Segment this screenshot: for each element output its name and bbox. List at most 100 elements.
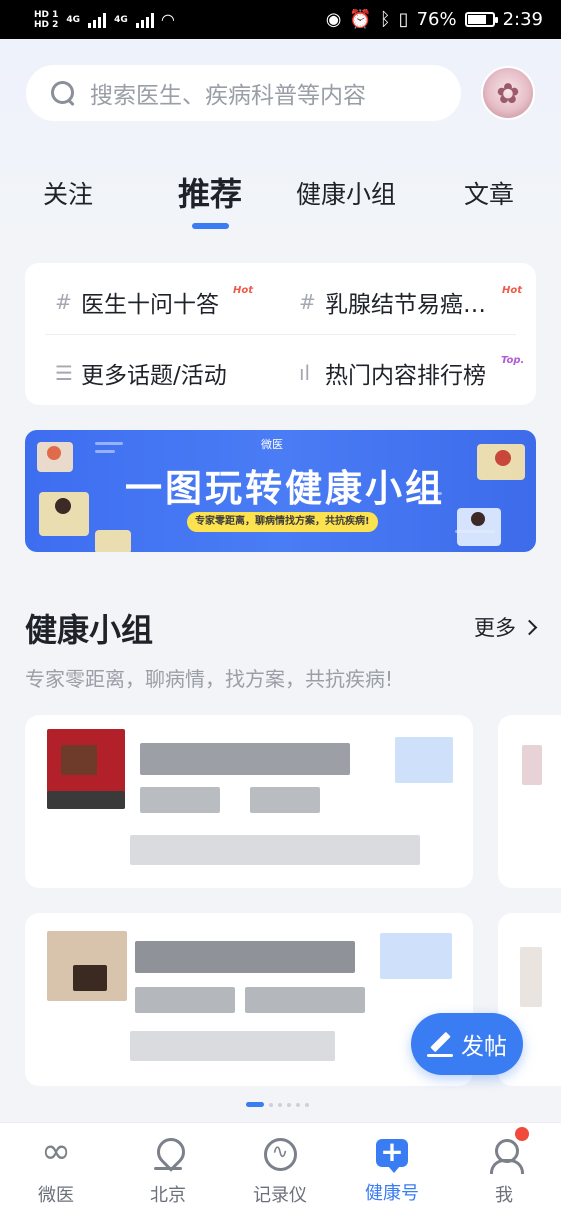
group-meta-blurred — [245, 987, 365, 1013]
eye-comfort-icon: ◉ — [325, 9, 342, 30]
tab-follow[interactable]: 关注 — [43, 175, 93, 211]
group-badge-blurred — [380, 933, 452, 979]
tab-health-group[interactable]: 健康小组 — [296, 175, 396, 211]
nav-beijing[interactable]: 北京 — [112, 1123, 224, 1216]
topic-hot-ranking[interactable]: ıl 热门内容排行榜 — [299, 356, 486, 390]
hash-icon: # — [55, 290, 72, 314]
section-title: 健康小组 — [25, 611, 154, 649]
group-card[interactable] — [25, 913, 473, 1086]
peek-avatar-blurred — [520, 947, 542, 1007]
topic-doctor-qa[interactable]: # 医生十问十答 — [55, 285, 219, 319]
hd1-label: HD 1 — [34, 9, 59, 20]
nav-recorder[interactable]: 记录仪 — [224, 1123, 336, 1216]
banner-logo: 微医 — [261, 438, 283, 451]
doctor-face — [55, 498, 71, 514]
bar-chart-icon: ıl — [299, 361, 311, 385]
topic-breast-nodule[interactable]: # 乳腺结节易癌… — [299, 285, 486, 319]
pen-icon — [427, 1031, 453, 1057]
profile-icon — [487, 1137, 524, 1174]
search-placeholder: 搜索医生、疾病科普等内容 — [90, 83, 366, 109]
nav-weiyi[interactable]: 微医 — [0, 1123, 112, 1216]
wifi-icon: ◠ — [161, 10, 175, 29]
nav-label: 健康号 — [365, 1183, 419, 1204]
pager-dot — [278, 1102, 282, 1107]
group-desc-blurred — [130, 1031, 335, 1061]
carousel-pager — [246, 1102, 309, 1107]
pager-dot — [296, 1102, 300, 1107]
alarm-icon: ⏰ — [349, 9, 372, 30]
network-type-1: 4G — [66, 14, 81, 25]
nav-label: 微医 — [38, 1185, 74, 1206]
doctor-face — [47, 446, 61, 460]
battery-icon — [464, 12, 498, 27]
nav-label: 我 — [495, 1185, 513, 1206]
avatar[interactable] — [481, 66, 535, 120]
plus-message-icon — [376, 1135, 408, 1173]
status-bar-right: ◉ ⏰ ᛒ ▯ 76% 2:39 — [326, 9, 543, 30]
banner-decoration — [95, 442, 123, 445]
group-avatar-detail — [61, 745, 97, 775]
banner-subtitle: 专家零距离，聊病情找方案，共抗疾病! — [187, 512, 378, 532]
hash-icon: # — [299, 290, 316, 314]
group-card[interactable] — [25, 715, 473, 888]
pager-dot — [287, 1102, 291, 1107]
chevron-right-icon — [521, 619, 538, 635]
topics-card: # 医生十问十答 Hot # 乳腺结节易癌… Hot ☰ 更多话题/活动 ıl … — [25, 263, 536, 405]
promo-banner[interactable]: 微医 一图玩转健康小组 专家零距离，聊病情找方案，共抗疾病! — [25, 430, 536, 552]
list-icon: ☰ — [55, 361, 73, 385]
status-bar: HD 1 HD 2 4G 4G ◠ ◉ ⏰ ᛒ ▯ 76% 2:39 — [0, 0, 561, 39]
topic-label: 乳腺结节易癌… — [325, 292, 486, 318]
section-subtitle: 专家零距离，聊病情，找方案，共抗疾病! — [25, 667, 394, 691]
notification-badge — [515, 1127, 529, 1141]
signal-icon — [135, 12, 154, 28]
banner-title: 一图玩转健康小组 — [125, 467, 445, 510]
hot-tag: Hot — [502, 285, 523, 296]
clock: 2:39 — [502, 9, 543, 30]
post-button-label: 发帖 — [461, 1034, 507, 1060]
nav-health-account[interactable]: 健康号 — [336, 1123, 448, 1216]
top-tag: Top. — [501, 355, 525, 366]
group-meta-blurred — [250, 787, 320, 813]
doctor-face — [471, 512, 485, 526]
hd2-label: HD 2 — [34, 19, 59, 30]
more-label: 更多 — [474, 616, 516, 640]
topic-more-activities[interactable]: ☰ 更多话题/活动 — [55, 356, 227, 390]
search-input[interactable]: 搜索医生、疾病科普等内容 — [26, 65, 461, 121]
doctor-illustration — [95, 530, 131, 552]
bottom-nav: 微医 北京 记录仪 健康号 我 — [0, 1122, 561, 1216]
group-meta-blurred — [140, 787, 220, 813]
weiyi-logo-icon — [39, 1131, 73, 1172]
topic-label: 更多话题/活动 — [81, 363, 227, 389]
battery-fill — [467, 15, 486, 24]
group-card-peek[interactable] — [498, 715, 561, 888]
tab-bar: 关注 推荐 健康小组 文章 — [0, 165, 561, 235]
topic-label: 医生十问十答 — [81, 292, 219, 318]
bluetooth-icon: ᛒ — [379, 9, 391, 30]
pager-dot-active — [246, 1102, 264, 1107]
signal-icon — [88, 12, 107, 28]
peek-avatar-blurred — [522, 745, 542, 785]
pager-dot — [269, 1102, 273, 1107]
nav-label: 记录仪 — [253, 1185, 307, 1206]
pulse-icon — [263, 1137, 297, 1171]
nav-label: 北京 — [150, 1185, 186, 1206]
nav-me[interactable]: 我 — [448, 1123, 560, 1216]
pager-dot — [305, 1102, 309, 1107]
topic-label: 热门内容排行榜 — [325, 363, 486, 389]
post-button[interactable]: 发帖 — [411, 1013, 523, 1075]
group-avatar-detail — [73, 965, 107, 991]
group-desc-blurred — [130, 835, 420, 865]
group-avatar-detail — [47, 791, 125, 809]
location-pin-icon — [151, 1137, 185, 1171]
tab-indicator — [192, 223, 229, 229]
doctor-face — [495, 450, 511, 466]
tab-articles[interactable]: 文章 — [464, 175, 514, 211]
group-badge-blurred — [395, 737, 453, 783]
more-button[interactable]: 更多 — [474, 612, 538, 642]
search-icon — [50, 80, 76, 106]
group-title-blurred — [135, 941, 355, 973]
hot-tag: Hot — [233, 285, 254, 296]
tab-recommend[interactable]: 推荐 — [178, 169, 242, 215]
group-title-blurred — [140, 743, 350, 775]
hd-indicator: HD 1 HD 2 — [34, 10, 58, 30]
